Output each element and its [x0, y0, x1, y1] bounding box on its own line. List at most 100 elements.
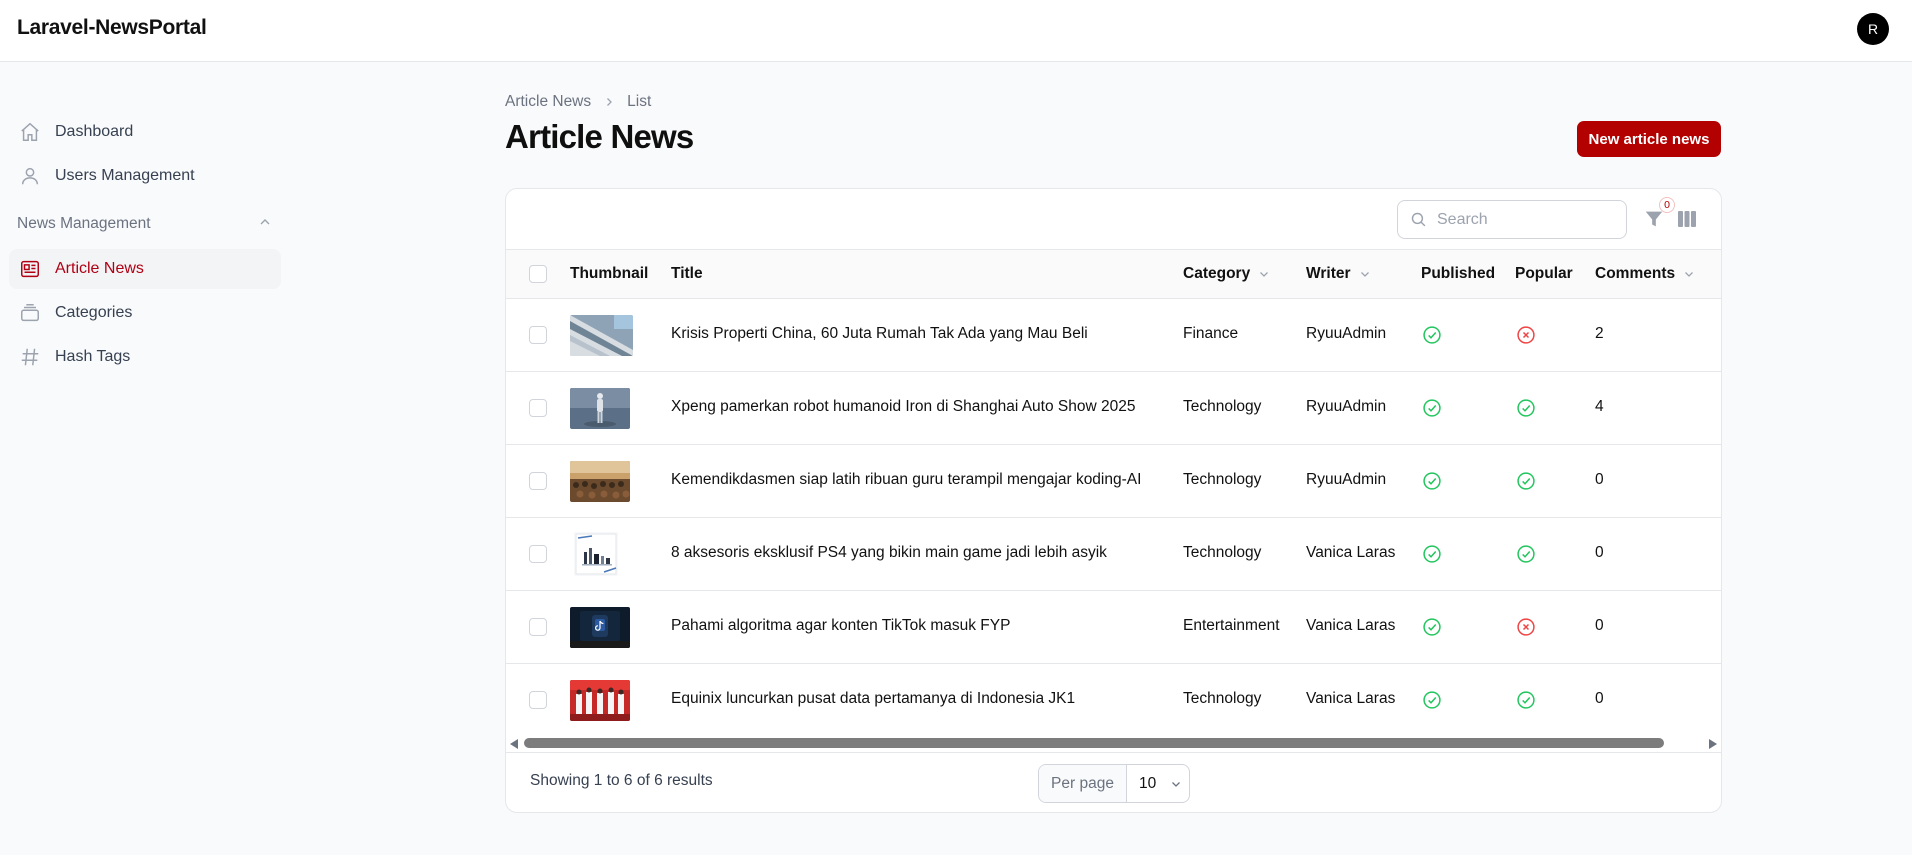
brand-logo[interactable]: Laravel-NewsPortal	[17, 16, 207, 40]
table-row[interactable]: Xpeng pamerkan robot humanoid Iron di Sh…	[506, 372, 1721, 445]
sidebar-item-label: Categories	[55, 304, 133, 321]
row-checkbox[interactable]	[529, 326, 547, 344]
per-page-select[interactable]: Per page 10	[1038, 764, 1190, 803]
article-thumbnail	[570, 461, 630, 502]
chevron-down-icon	[1683, 268, 1695, 280]
scroll-left-arrow[interactable]	[510, 739, 518, 749]
home-icon	[19, 121, 41, 143]
x-circle-icon	[1516, 617, 1536, 637]
row-checkbox[interactable]	[529, 399, 547, 417]
article-comments-count: 2	[1595, 325, 1604, 342]
table-card: 0 Thumbnail Title Category Writer Publis…	[505, 188, 1722, 813]
chevron-right-icon	[603, 96, 615, 108]
search-input[interactable]	[1437, 210, 1607, 229]
column-header-popular: Popular	[1515, 265, 1573, 283]
column-header-category[interactable]: Category	[1183, 265, 1270, 283]
user-avatar[interactable]: R	[1857, 13, 1889, 45]
chevron-up-icon[interactable]	[257, 214, 273, 230]
filter-count-badge: 0	[1659, 197, 1675, 213]
article-title[interactable]: 8 aksesoris eksklusif PS4 yang bikin mai…	[671, 544, 1107, 562]
per-page-label: Per page	[1039, 765, 1127, 802]
row-checkbox[interactable]	[529, 472, 547, 490]
search-icon	[1410, 211, 1427, 228]
columns-toggle-icon[interactable]	[1678, 210, 1696, 228]
per-page-value[interactable]: 10	[1127, 765, 1189, 802]
check-circle-icon	[1422, 325, 1442, 345]
article-writer: RyuuAdmin	[1306, 471, 1387, 488]
column-label: Published	[1421, 265, 1496, 282]
sidebar-item-label: Article News	[55, 260, 144, 277]
article-thumbnail	[574, 532, 618, 576]
page-title: Article News	[505, 118, 694, 155]
per-page-value-text: 10	[1139, 774, 1157, 792]
article-category: Technology	[1183, 398, 1262, 415]
sidebar-item-article-news[interactable]: Article News	[9, 249, 281, 289]
table-row[interactable]: 8 aksesoris eksklusif PS4 yang bikin mai…	[506, 518, 1721, 591]
article-thumbnail	[570, 315, 633, 356]
sidebar-item-users-management[interactable]: Users Management	[9, 156, 281, 196]
check-circle-icon	[1422, 398, 1442, 418]
article-comments-count: 0	[1595, 690, 1604, 707]
article-title[interactable]: Krisis Properti China, 60 Juta Rumah Tak…	[671, 325, 1088, 343]
article-thumbnail	[570, 680, 630, 721]
table-row[interactable]: Equinix luncurkan pusat data pertamanya …	[506, 664, 1721, 737]
sidebar-item-hash-tags[interactable]: Hash Tags	[9, 337, 281, 377]
stack-icon	[19, 302, 41, 324]
article-title[interactable]: Pahami algoritma agar konten TikTok masu…	[671, 617, 1010, 635]
sidebar-item-label: Dashboard	[55, 123, 134, 140]
scrollbar-thumb[interactable]	[524, 738, 1664, 748]
results-summary: Showing 1 to 6 of 6 results	[530, 772, 713, 789]
row-checkbox[interactable]	[529, 545, 547, 563]
newspaper-icon	[19, 258, 41, 280]
article-category: Technology	[1183, 690, 1262, 707]
article-thumbnail	[570, 607, 630, 648]
article-comments-count: 0	[1595, 471, 1604, 488]
article-writer: RyuuAdmin	[1306, 398, 1387, 415]
article-title[interactable]: Kemendikdasmen siap latih ribuan guru te…	[671, 471, 1141, 489]
search-field[interactable]	[1397, 200, 1627, 239]
scroll-right-arrow[interactable]	[1709, 739, 1717, 749]
horizontal-scrollbar[interactable]	[506, 735, 1721, 753]
select-all-checkbox[interactable]	[529, 265, 547, 283]
column-header-published: Published	[1421, 265, 1495, 283]
top-bar: Laravel-NewsPortal R	[0, 0, 1912, 62]
column-header-writer[interactable]: Writer	[1306, 265, 1371, 283]
article-category: Entertainment	[1183, 617, 1280, 634]
chevron-down-icon	[1359, 268, 1371, 280]
check-circle-icon	[1516, 398, 1536, 418]
check-circle-icon	[1422, 690, 1442, 710]
check-circle-icon	[1516, 471, 1536, 491]
table-toolbar: 0	[506, 189, 1721, 250]
check-circle-icon	[1422, 544, 1442, 564]
column-label: Writer	[1306, 265, 1351, 282]
table-row[interactable]: Kemendikdasmen siap latih ribuan guru te…	[506, 445, 1721, 518]
column-header-thumbnail: Thumbnail	[570, 265, 648, 283]
article-comments-count: 4	[1595, 398, 1604, 415]
sidebar-item-label: Hash Tags	[55, 348, 131, 365]
article-title[interactable]: Equinix luncurkan pusat data pertamanya …	[671, 690, 1075, 708]
article-category: Technology	[1183, 544, 1262, 561]
sidebar-item-label: Users Management	[55, 167, 195, 184]
breadcrumb-link[interactable]: Article News	[505, 93, 591, 111]
new-article-button[interactable]: New article news	[1577, 121, 1721, 157]
article-writer: Vanica Laras	[1306, 617, 1396, 634]
table-row[interactable]: Krisis Properti China, 60 Juta Rumah Tak…	[506, 299, 1721, 372]
column-label: Popular	[1515, 265, 1573, 282]
column-label: Thumbnail	[570, 265, 649, 282]
sidebar-item-categories[interactable]: Categories	[9, 293, 281, 333]
sidebar-group-label[interactable]: News Management	[17, 215, 151, 233]
article-category: Finance	[1183, 325, 1239, 342]
article-title[interactable]: Xpeng pamerkan robot humanoid Iron di Sh…	[671, 398, 1135, 416]
article-writer: Vanica Laras	[1306, 544, 1396, 561]
row-checkbox[interactable]	[529, 618, 547, 636]
row-checkbox[interactable]	[529, 691, 547, 709]
table-header: Thumbnail Title Category Writer Publishe…	[506, 250, 1721, 299]
column-label: Title	[671, 265, 703, 282]
article-writer: RyuuAdmin	[1306, 325, 1387, 342]
article-writer: Vanica Laras	[1306, 690, 1396, 707]
table-row[interactable]: Pahami algoritma agar konten TikTok masu…	[506, 591, 1721, 664]
sidebar-item-dashboard[interactable]: Dashboard	[9, 112, 281, 152]
user-icon	[19, 165, 41, 187]
column-header-comments[interactable]: Comments	[1595, 265, 1695, 283]
article-thumbnail	[570, 388, 630, 429]
